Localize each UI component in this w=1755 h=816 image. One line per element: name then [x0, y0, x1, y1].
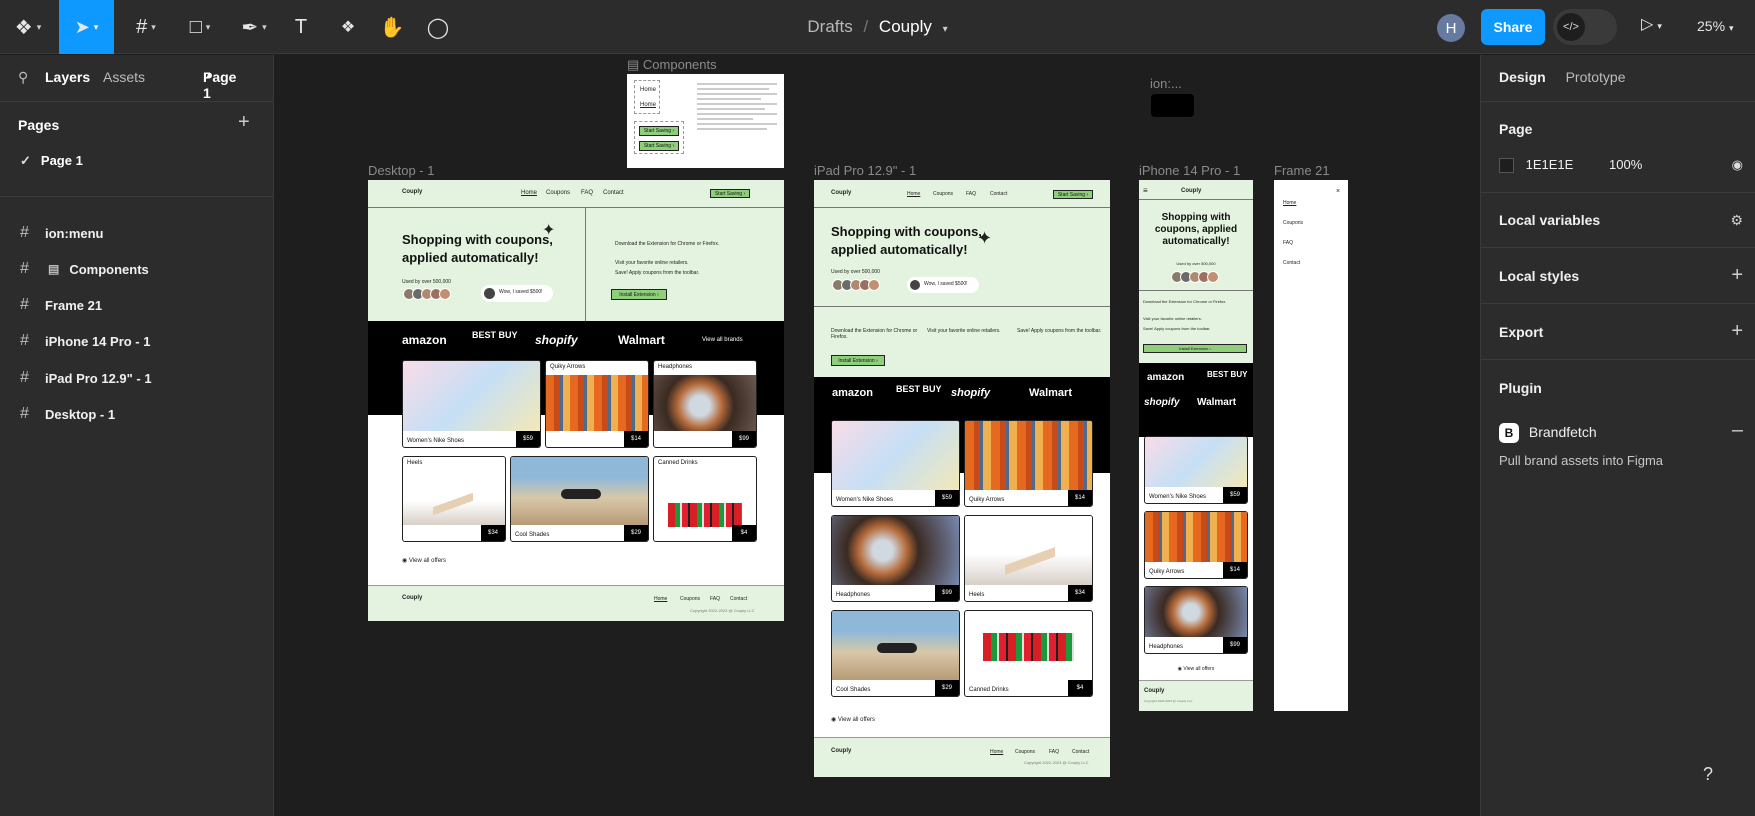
zoom-dropdown[interactable]: 25% ▾ — [1697, 18, 1734, 34]
product-card[interactable]: Cool Shades $29 — [831, 610, 960, 697]
chevron-up-icon: ▴ — [207, 69, 212, 79]
avatar-group — [403, 288, 451, 300]
product-card[interactable]: Women's Nike Shoes $59 — [1144, 436, 1248, 504]
search-icon[interactable]: ⚲ — [18, 69, 28, 86]
page-background-row[interactable]: 1E1E1E 100% ◉ — [1499, 157, 1743, 174]
product-card[interactable]: Canned Drinks $4 — [964, 610, 1093, 697]
tab-design[interactable]: Design — [1499, 69, 1546, 85]
eye-icon: ◉ — [402, 558, 408, 564]
sparkle-icon: ✦ — [977, 228, 993, 248]
ion-menu-frame[interactable] — [1151, 94, 1194, 117]
canvas[interactable]: ▤ Components Home Home Start Saving › St… — [275, 55, 1480, 816]
view-offers-link: ◉ View all offers — [1177, 666, 1215, 672]
product-card[interactable]: Cool Shades $29 — [510, 456, 649, 542]
layers-panel: ⚲ Layers Assets Page 1 ▴ Pages + ✓ Page 1… — [0, 55, 274, 816]
product-card[interactable]: Quiky Arrows $14 — [545, 360, 649, 448]
frame-icon: # — [20, 224, 29, 241]
plugin-description: Pull brand assets into Figma — [1499, 453, 1664, 468]
desktop-label[interactable]: Desktop - 1 — [368, 163, 434, 178]
toolbar: ❖ ▾ ➤ ▾ # ▾ □ ▾ ✒ ▾ T ❖ ✋ ◯ Drafts / Couply ▾… — [0, 0, 1755, 54]
avatar-group — [1171, 271, 1219, 283]
file-name[interactable]: Couply — [879, 17, 932, 36]
view-offers-link: ◉ View all offers — [831, 717, 876, 723]
help-button[interactable]: ? — [1691, 757, 1725, 791]
hamburger-icon: ≡ — [1143, 186, 1148, 195]
section-icon: ▤ — [48, 262, 60, 276]
layer-item[interactable]: # Frame 21 — [0, 287, 274, 323]
brandfetch-icon: B — [1499, 423, 1519, 443]
chevron-down-icon[interactable]: ▾ — [943, 24, 948, 35]
tab-layers[interactable]: Layers — [45, 69, 90, 85]
help-icon: ? — [1702, 763, 1713, 784]
product-card[interactable]: Quiky Arrows $14 — [1144, 511, 1248, 579]
product-card[interactable]: Heels $34 — [402, 456, 506, 542]
eye-icon[interactable]: ◉ — [1732, 157, 1743, 173]
layer-item[interactable]: # iPad Pro 12.9" - 1 — [0, 360, 274, 396]
color-swatch[interactable] — [1499, 158, 1514, 174]
local-styles-label: Local styles — [1499, 268, 1580, 284]
dev-mode-toggle[interactable]: </> — [1553, 9, 1617, 45]
view-offers-link: ◉ View all offers — [402, 558, 447, 564]
code-icon: </> — [1557, 13, 1585, 41]
ion-menu-label[interactable]: ion:... — [1150, 76, 1182, 91]
plugin-brandfetch[interactable]: B Brandfetch – — [1499, 419, 1743, 443]
layer-item[interactable]: # Desktop - 1 — [0, 396, 274, 432]
product-card[interactable]: Canned Drinks $4 — [653, 456, 757, 542]
avatar[interactable]: H — [1437, 14, 1465, 42]
layer-item[interactable]: # ion:menu — [0, 215, 274, 251]
frame-icon: # — [20, 332, 29, 349]
breadcrumb-drafts[interactable]: Drafts — [807, 17, 852, 36]
product-card[interactable]: Heels $34 — [964, 515, 1093, 602]
product-card[interactable]: Headphones $99 — [653, 360, 757, 448]
product-card[interactable]: Headphones $99 — [1144, 586, 1248, 654]
plus-icon[interactable]: + — [1731, 320, 1743, 343]
tab-assets[interactable]: Assets — [103, 69, 145, 85]
desktop-frame[interactable]: Couply Home Coupons FAQ Contact Start Sa… — [368, 180, 784, 621]
present-button[interactable]: ▷ ▾ — [1641, 14, 1662, 34]
page-heading: Page — [1499, 121, 1533, 137]
minus-icon[interactable]: – — [1732, 419, 1743, 442]
tab-prototype[interactable]: Prototype — [1566, 69, 1626, 85]
product-card[interactable]: Women's Nike Shoes $59 — [831, 420, 960, 507]
product-card[interactable]: Quiky Arrows $14 — [964, 420, 1093, 507]
components-label[interactable]: ▤ Components — [627, 57, 717, 73]
section-icon: ▤ — [627, 57, 640, 72]
page-item-page-1[interactable]: ✓ Page 1 — [20, 153, 294, 169]
ipad-frame[interactable]: Couply Home Coupons FAQ Contact Start Sa… — [814, 180, 1110, 777]
export-label: Export — [1499, 324, 1544, 340]
avatar-group — [832, 279, 880, 291]
product-card[interactable]: Headphones $99 — [831, 515, 960, 602]
layer-item[interactable]: # ▤ Components — [0, 251, 274, 287]
local-variables-label: Local variables — [1499, 212, 1601, 228]
share-button[interactable]: Share — [1481, 9, 1545, 45]
frame-icon: # — [20, 369, 29, 386]
frame-icon: # — [20, 405, 29, 422]
check-icon: ✓ — [20, 153, 31, 168]
frame21-label[interactable]: Frame 21 — [1274, 163, 1330, 178]
close-icon: × — [1336, 188, 1341, 195]
component-notes — [697, 80, 777, 162]
eye-icon: ◉ — [831, 717, 837, 723]
eye-icon: ◉ — [1177, 666, 1183, 672]
plus-icon[interactable]: + — [1731, 264, 1743, 287]
sliders-icon[interactable]: ⚙ — [1730, 212, 1743, 229]
add-page-button[interactable]: + — [238, 111, 258, 134]
ipad-label[interactable]: iPad Pro 12.9" - 1 — [814, 163, 916, 178]
product-card[interactable]: Women's Nike Shoes $59 — [402, 360, 541, 448]
iphone-frame[interactable]: ≡ Couply Shopping with coupons, applied … — [1139, 180, 1253, 711]
layer-item[interactable]: # iPhone 14 Pro - 1 — [0, 323, 274, 359]
plus-icon: + — [238, 111, 250, 133]
plugin-heading: Plugin — [1499, 380, 1542, 396]
frame-21[interactable]: × Home Coupons FAQ Contact — [1274, 180, 1348, 711]
play-icon: ▷ — [1641, 16, 1654, 33]
sparkle-icon: ✦ — [542, 222, 556, 239]
frame-icon: # — [20, 296, 29, 313]
bg-hex-input[interactable]: 1E1E1E — [1526, 157, 1574, 172]
components-frame[interactable]: Home Home Start Saving › Start Saving › — [627, 74, 784, 168]
properties-panel: Design Prototype Page 1E1E1E 100% ◉ Loca… — [1480, 55, 1755, 816]
iphone-label[interactable]: iPhone 14 Pro - 1 — [1139, 163, 1240, 178]
bg-opacity-input[interactable]: 100% — [1609, 157, 1642, 172]
frame-icon: # — [20, 260, 29, 277]
